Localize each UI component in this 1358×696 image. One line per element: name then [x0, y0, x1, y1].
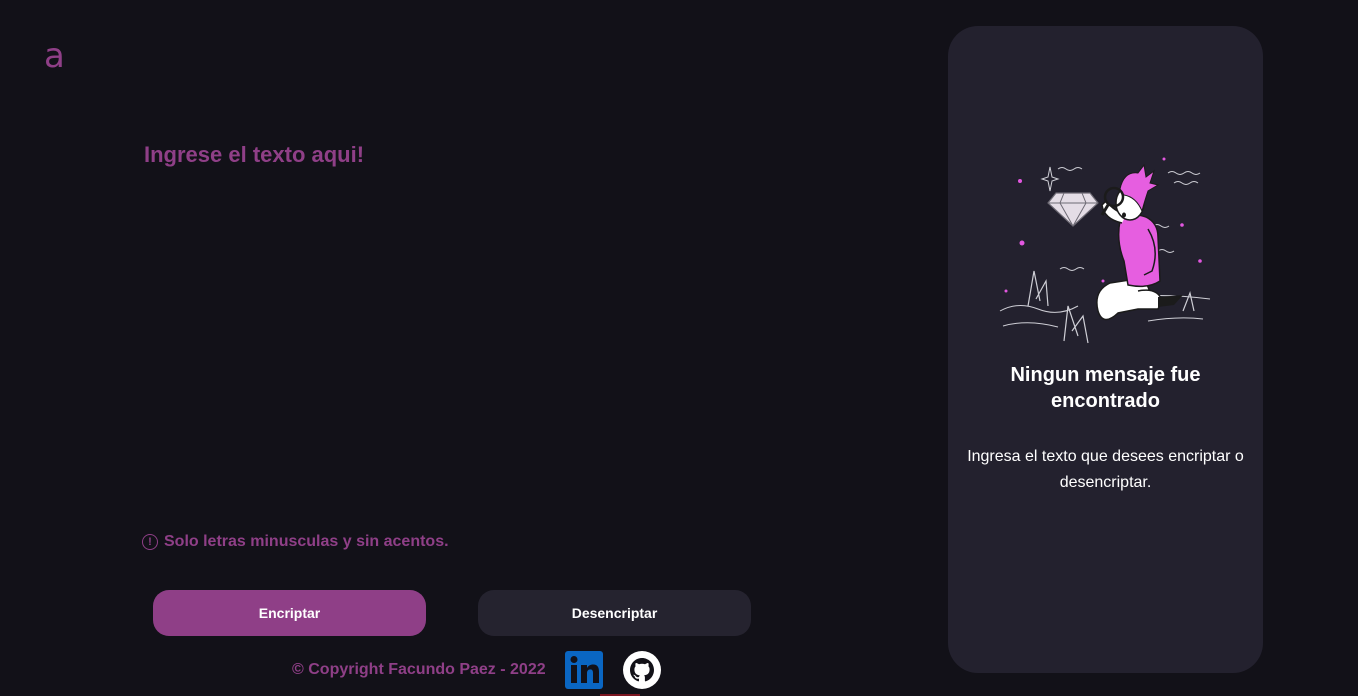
- alura-logo-icon[interactable]: a: [44, 36, 72, 76]
- hint: ! Solo letras minusculas y sin acentos.: [142, 533, 449, 551]
- page: a ! Solo letras minusculas y sin acentos…: [0, 0, 1358, 696]
- encrypt-button[interactable]: Encriptar: [153, 590, 426, 636]
- result-panel: Ningun mensaje fue encontrado Ingresa el…: [948, 26, 1263, 673]
- github-icon[interactable]: [622, 650, 662, 690]
- hint-text: Solo letras minusculas y sin acentos.: [164, 533, 449, 550]
- text-input[interactable]: [142, 140, 846, 504]
- footer: © Copyright Facundo Paez - 2022: [292, 650, 662, 690]
- copyright-text: © Copyright Facundo Paez - 2022: [292, 661, 546, 678]
- result-title: Ningun mensaje fue encontrado: [1010, 364, 1201, 412]
- decrypt-button[interactable]: Desencriptar: [478, 590, 751, 636]
- exclamation-circle-icon: !: [142, 534, 158, 550]
- person-with-magnifying-glass-illustration: [999, 157, 1211, 344]
- linkedin-icon[interactable]: [564, 650, 604, 690]
- result-text: Ingresa el texto que desees encriptar o …: [967, 448, 1244, 491]
